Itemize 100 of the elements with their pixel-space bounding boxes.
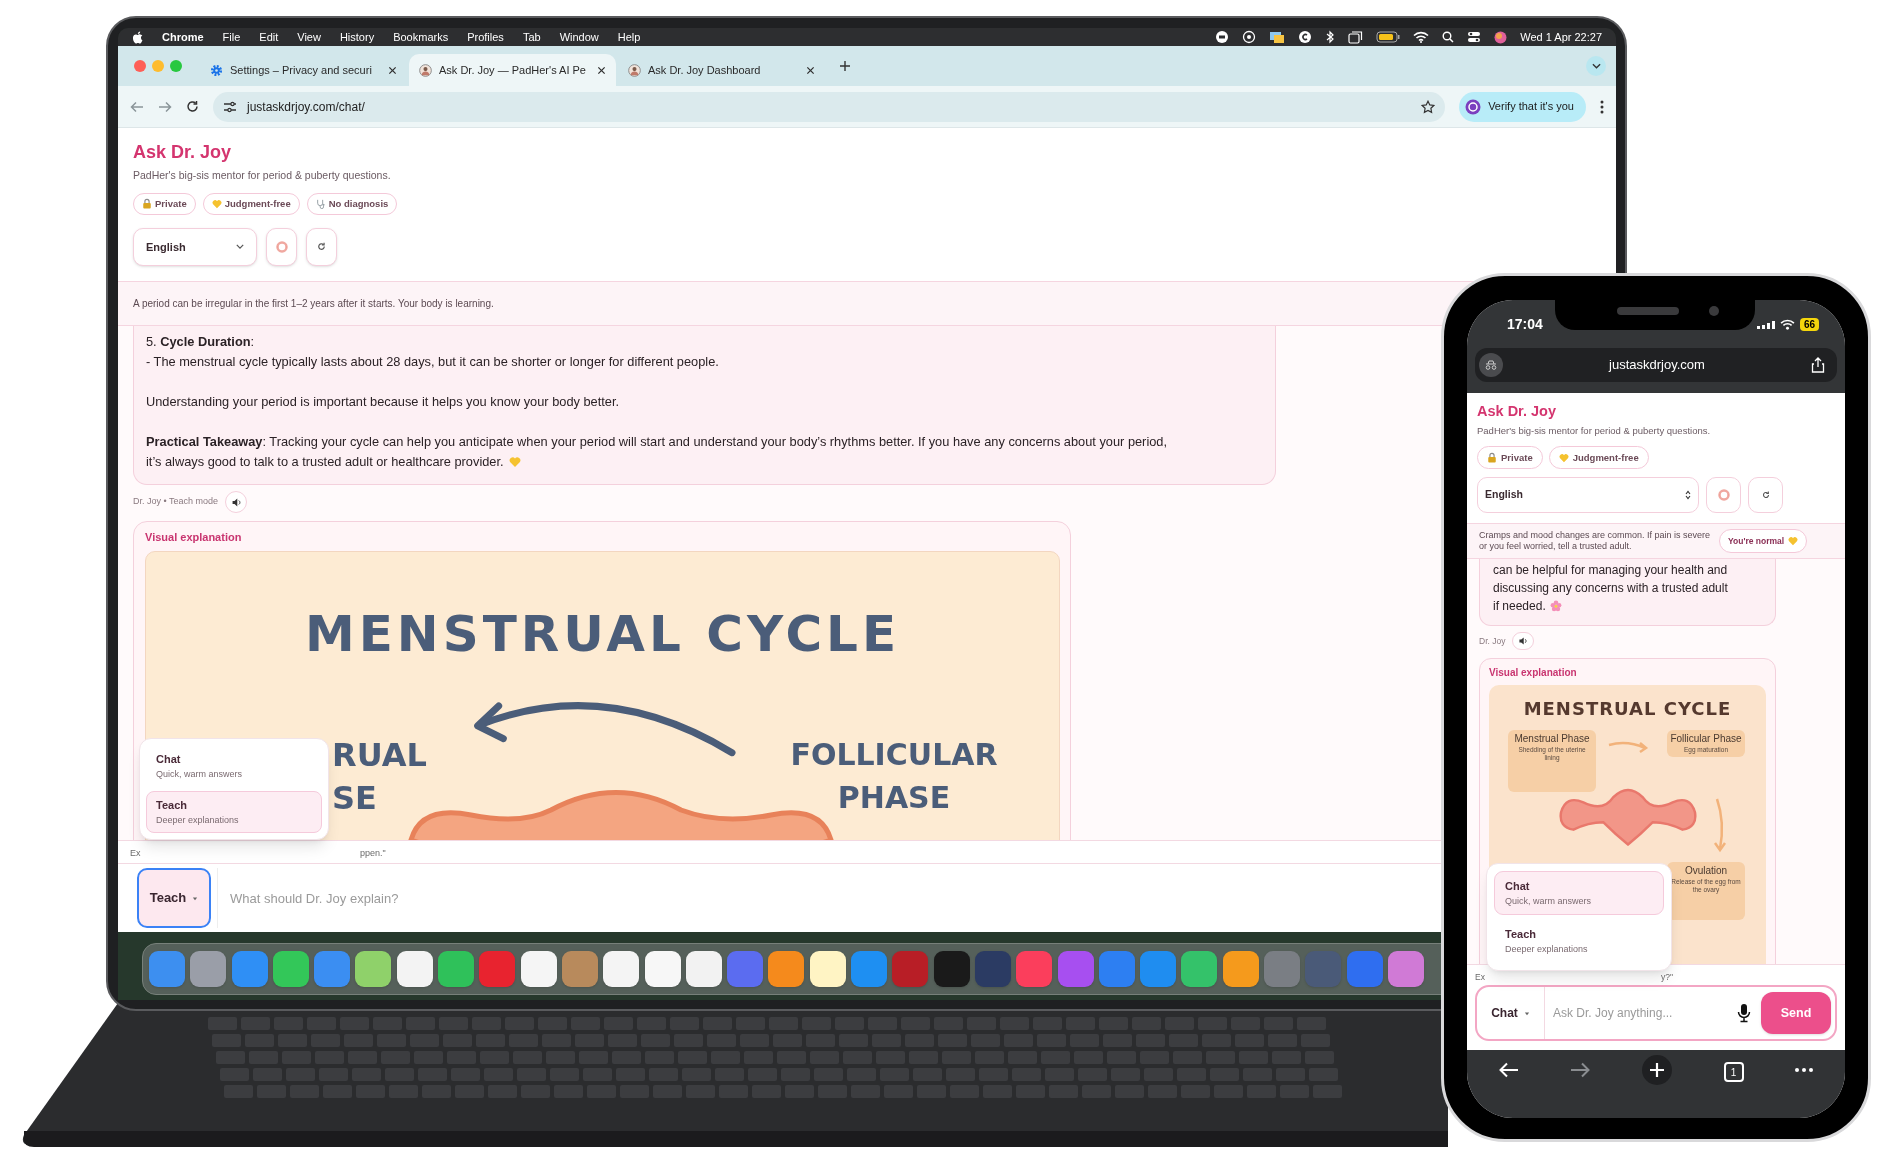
- windows-icon[interactable]: [1348, 30, 1364, 44]
- new-tab-icon[interactable]: [839, 60, 851, 72]
- browser-tab[interactable]: Ask Dr. Joy — PadHer's AI Pe: [409, 54, 616, 86]
- more-menu-icon[interactable]: [1600, 99, 1604, 114]
- close-icon[interactable]: [597, 65, 606, 75]
- menu-item[interactable]: Window: [559, 28, 599, 46]
- app-icon[interactable]: [272, 951, 309, 987]
- menu-item[interactable]: Chat Quick, warm answers: [1494, 871, 1664, 915]
- refresh-icon: [316, 241, 327, 253]
- app-icon[interactable]: [438, 951, 475, 987]
- url-text: justaskdrjoy.com: [1607, 356, 1706, 375]
- lifebuoy-icon: [1717, 489, 1730, 502]
- menu-item[interactable]: Edit: [259, 28, 279, 46]
- app-icon[interactable]: [933, 951, 970, 987]
- message-field[interactable]: Chat Ask Dr. Joy anything... Send: [1475, 985, 1837, 1041]
- language-select[interactable]: English: [1477, 477, 1699, 514]
- speaker-icon: [230, 496, 242, 508]
- close-icon[interactable]: [388, 65, 397, 75]
- speaker-grille-icon: [1617, 307, 1679, 315]
- status-icon[interactable]: [1298, 30, 1313, 44]
- wifi-icon[interactable]: [1413, 31, 1430, 43]
- app-icon[interactable]: [685, 951, 722, 987]
- app-icon[interactable]: [1222, 951, 1259, 987]
- menu-item[interactable]: Teach Deeper explanations: [146, 791, 322, 833]
- address-bar[interactable]: justaskdrjoy.com: [1475, 348, 1837, 382]
- speak-button[interactable]: [1512, 632, 1535, 651]
- incognito-button[interactable]: [1479, 353, 1503, 377]
- app-icon[interactable]: [396, 951, 433, 987]
- hint-text: Ex: [1475, 971, 1485, 984]
- address-bar[interactable]: justaskdrjoy.com/chat/: [213, 91, 1446, 122]
- tab-search-button[interactable]: [1586, 56, 1606, 76]
- message-text: discussing any concerns with a trusted adult: [1493, 580, 1728, 598]
- app-icon[interactable]: [768, 951, 805, 987]
- reset-button[interactable]: [306, 227, 337, 266]
- reload-icon[interactable]: [186, 100, 199, 113]
- app-menu[interactable]: Chrome: [162, 28, 204, 46]
- heart-icon: [508, 456, 521, 468]
- hint-text: ppen.": [360, 847, 386, 860]
- tag-label: No diagnosis: [328, 196, 389, 211]
- menu-bar-clock: Wed 1 Apr 22:27: [1520, 29, 1602, 45]
- search-icon[interactable]: [1442, 31, 1455, 43]
- app-icon[interactable]: [1181, 951, 1218, 987]
- more-menu-icon[interactable]: [1795, 1068, 1814, 1072]
- app-icon[interactable]: [809, 951, 846, 987]
- browser-tab[interactable]: Ask Dr. Joy Dashboard: [618, 54, 825, 86]
- visual-heading: Visual explanation: [145, 530, 243, 545]
- menu-item[interactable]: View: [297, 28, 321, 46]
- reassurance-button[interactable]: You're normal: [1719, 529, 1808, 554]
- language-select[interactable]: English: [133, 227, 257, 266]
- control-center-icon[interactable]: [1467, 31, 1482, 43]
- menu-item[interactable]: Tab: [522, 28, 541, 46]
- tip-text: A period can be irregular in the first 1–2 years after it starts. Your body is learning.: [133, 297, 494, 311]
- avatar-icon: [419, 63, 432, 77]
- status-icon[interactable]: [1215, 30, 1230, 44]
- illustration-title: MENSTRUAL CYCLE: [303, 603, 902, 664]
- app-icon[interactable]: [520, 951, 557, 987]
- app-icon[interactable]: [355, 951, 392, 987]
- menu-item[interactable]: File: [222, 28, 241, 46]
- message-text: 5. Cycle Duration:: [146, 333, 255, 351]
- menu-item[interactable]: History: [339, 28, 375, 46]
- share-icon[interactable]: [1811, 357, 1825, 373]
- app-icon[interactable]: [190, 951, 227, 987]
- apple-icon[interactable]: [132, 30, 143, 44]
- status-time: 17:04: [1507, 314, 1543, 334]
- app-icon[interactable]: [603, 951, 640, 987]
- battery-icon[interactable]: [1376, 31, 1401, 43]
- tip-text: Cramps and mood changes are common. If pain is severe or you feel worried, tell a trusted adult.: [1479, 529, 1711, 553]
- app-icon[interactable]: [644, 951, 681, 987]
- tag-label: Private: [1501, 450, 1533, 465]
- avatar-icon: [1465, 98, 1482, 115]
- phase-name: Ovulation: [1684, 865, 1728, 877]
- tabs-button[interactable]: 1: [1723, 1062, 1744, 1082]
- tag-label: Private: [155, 196, 187, 211]
- display-icon[interactable]: [1269, 30, 1286, 44]
- lifebuoy-icon: [275, 240, 288, 253]
- tag-label: Judgment-free: [224, 196, 291, 211]
- mode-button[interactable]: Chat: [1477, 987, 1545, 1039]
- message-text: can be helpful for managing your health and: [1493, 562, 1728, 580]
- new-tab-icon[interactable]: [1642, 1055, 1672, 1085]
- star-icon[interactable]: [1421, 99, 1436, 114]
- menu-item[interactable]: Help: [617, 28, 641, 46]
- flower-icon: [1549, 600, 1562, 613]
- menu-item[interactable]: Bookmarks: [393, 28, 449, 46]
- mode-button[interactable]: Teach: [137, 868, 211, 928]
- forward-arrow-icon[interactable]: [1570, 1062, 1591, 1078]
- bluetooth-icon[interactable]: [1325, 30, 1336, 44]
- forward-arrow-icon[interactable]: [158, 100, 172, 113]
- window-close-button[interactable]: [134, 60, 146, 72]
- chevron-down-icon: [1591, 63, 1601, 69]
- verify-button[interactable]: Verify that it's you: [1459, 91, 1586, 122]
- close-icon[interactable]: [806, 65, 815, 75]
- avatar-icon: [628, 63, 641, 77]
- heart-icon: [211, 198, 222, 209]
- page-subtitle: PadHer's big-sis mentor for period & puberty questions.: [1477, 424, 1712, 438]
- microphone-icon[interactable]: [1737, 1003, 1751, 1023]
- browser-tab[interactable]: Settings – Privacy and securi: [200, 54, 407, 86]
- speak-button[interactable]: [225, 491, 248, 513]
- menu-item[interactable]: Profiles: [467, 28, 504, 46]
- status-icon[interactable]: [1242, 30, 1257, 44]
- incognito-icon: [1484, 360, 1498, 370]
